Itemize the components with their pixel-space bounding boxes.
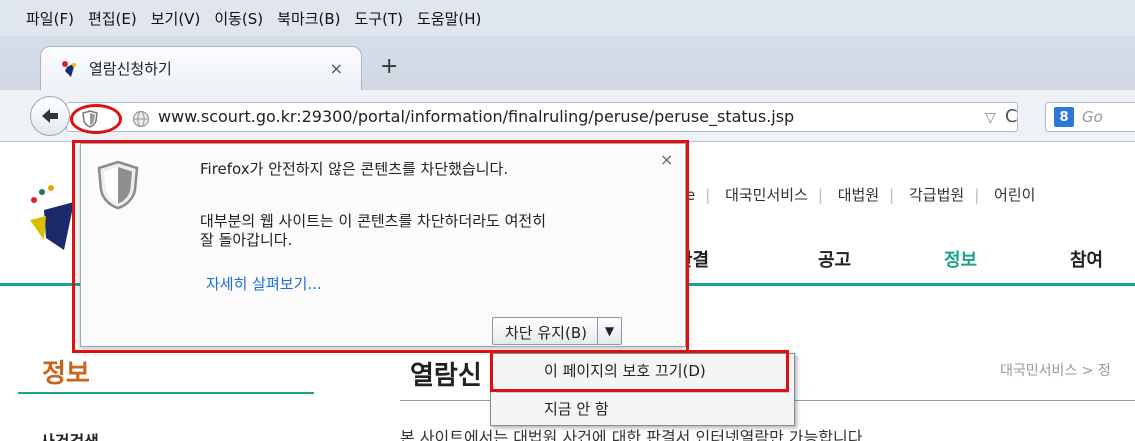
topnav-courts[interactable]: 각급법원 — [909, 186, 964, 204]
refresh-icon[interactable]: C — [1005, 106, 1018, 127]
browser-tab[interactable]: 열람신청하기 × — [40, 46, 362, 90]
mainnav-participate[interactable]: 참여 — [1070, 246, 1103, 272]
back-arrow-icon — [42, 109, 58, 123]
mainnav-notice[interactable]: 공고 — [818, 246, 851, 272]
sidebar-title: 정보 — [42, 359, 90, 389]
annotation-circle — [70, 104, 122, 134]
sidebar-divider — [18, 392, 314, 394]
url-history-dropdown-icon[interactable]: ▽ — [985, 110, 996, 126]
annotation-box-popup — [72, 140, 689, 353]
topnav-supreme-court[interactable]: 대법원 — [838, 186, 879, 204]
globe-icon — [132, 110, 150, 128]
search-placeholder: Go — [1082, 108, 1103, 126]
topnav-children[interactable]: 어린이 — [994, 186, 1035, 204]
site-favicon-icon — [59, 59, 79, 79]
top-navigation: e | 대국민서비스 | 대법원 | 각급법원 | 어린이 — [686, 186, 1036, 204]
not-now-menu-item[interactable]: 지금 안 함 — [544, 398, 609, 419]
search-engine-icon[interactable]: 8 — [1054, 107, 1074, 127]
menu-file[interactable]: 파일(F) — [26, 8, 74, 29]
search-box[interactable]: 8 Go — [1045, 102, 1135, 132]
sidebar-item-case-search[interactable]: 사건검색 — [40, 428, 99, 441]
menu-edit[interactable]: 편집(E) — [88, 8, 137, 29]
menu-view[interactable]: 보기(V) — [151, 8, 201, 29]
menu-go[interactable]: 이동(S) — [214, 8, 263, 29]
back-button[interactable] — [30, 96, 70, 136]
url-text[interactable]: www.scourt.go.kr:29300/portal/informatio… — [158, 107, 794, 126]
mainnav-info[interactable]: 정보 — [944, 246, 977, 272]
menubar: 파일(F) 편집(E) 보기(V) 이동(S) 북마크(B) 도구(T) 도움말… — [0, 0, 1135, 36]
new-tab-button[interactable]: + — [380, 54, 398, 79]
annotation-box-menu-item — [490, 350, 789, 392]
menu-separator — [496, 392, 789, 393]
notice-text: 본 사이트에서는 대법원 사건에 대한 판결서 인터넷열람만 가능합니다. — [400, 428, 868, 441]
page-title: 열람신 — [410, 361, 482, 391]
menu-help[interactable]: 도움말(H) — [417, 8, 481, 29]
topnav-public-service[interactable]: 대국민서비스 — [725, 186, 808, 204]
menu-bookmarks[interactable]: 북마크(B) — [277, 8, 340, 29]
menu-tools[interactable]: 도구(T) — [355, 8, 403, 29]
tab-strip: 열람신청하기 × + — [0, 36, 1135, 90]
tab-close-icon[interactable]: × — [330, 59, 343, 78]
tab-title: 열람신청하기 — [89, 60, 172, 78]
breadcrumb: 대국민서비스 > 정 — [1000, 363, 1111, 379]
